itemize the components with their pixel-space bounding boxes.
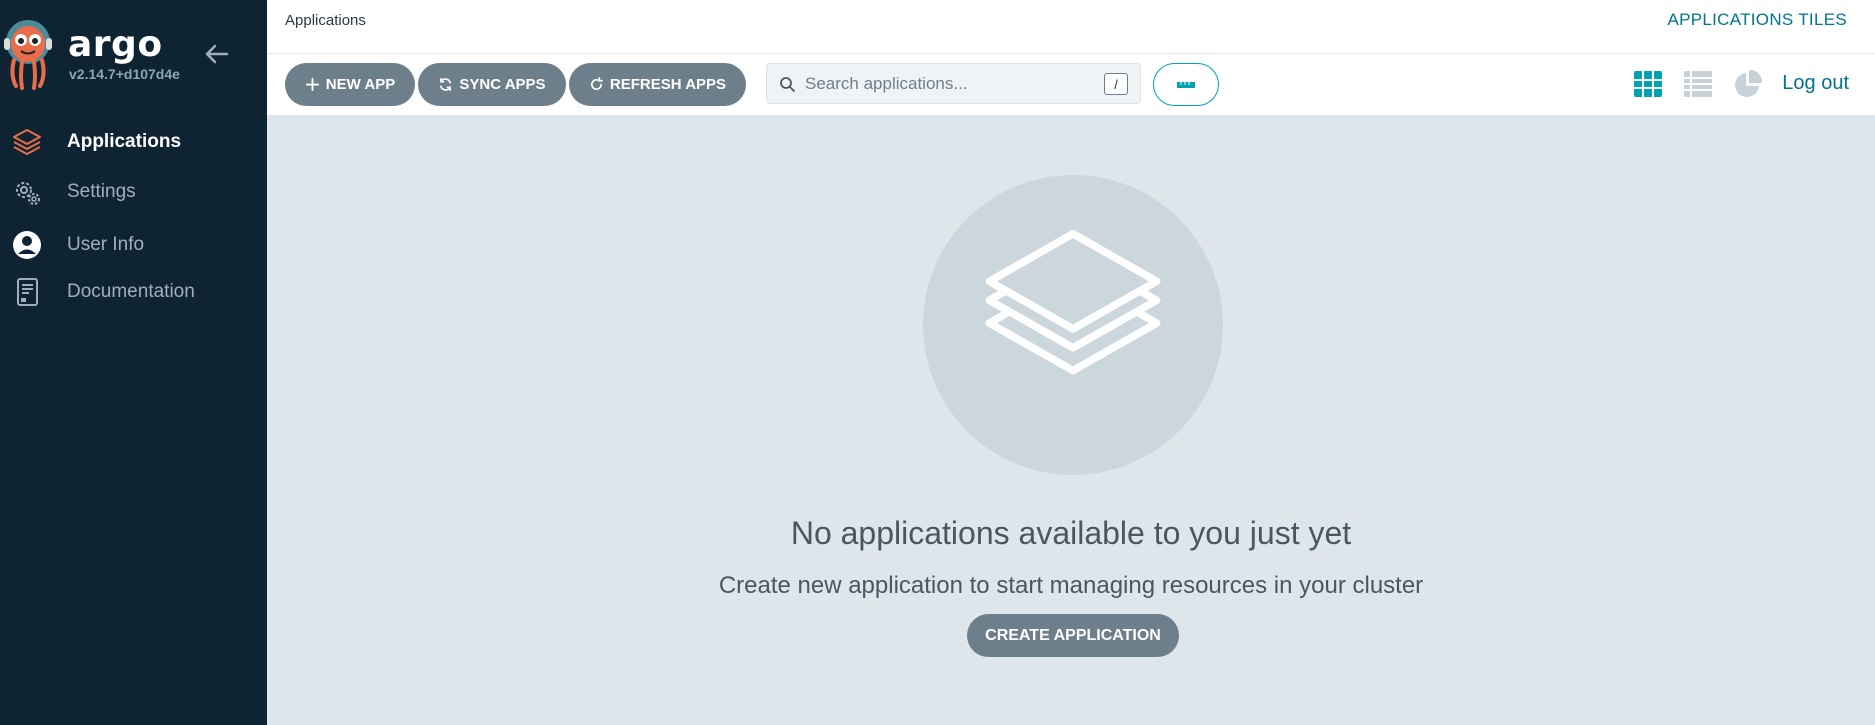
refresh-icon <box>590 77 603 91</box>
list-view-button[interactable] <box>1681 68 1715 100</box>
top-header: Applications APPLICATIONS TILES <box>267 0 1875 54</box>
new-app-label: NEW APP <box>325 76 396 93</box>
argo-mascot-logo <box>4 20 52 90</box>
empty-state-subtitle: Create new application to start managing… <box>718 572 1424 599</box>
logo-area: argo v2.14.7+d107d4e <box>0 16 267 96</box>
refresh-apps-button[interactable]: REFRESH APPS <box>569 63 746 106</box>
ruler-icon <box>1177 81 1195 88</box>
sidebar-item-settings[interactable]: Settings <box>0 170 267 214</box>
summary-view-button[interactable] <box>1731 68 1765 100</box>
empty-state-title: No applications available to you just ye… <box>790 515 1352 551</box>
list-view-icon <box>1684 71 1712 97</box>
arrow-left-icon <box>205 44 229 64</box>
pie-chart-view-icon <box>1735 69 1763 97</box>
sidebar-item-label: Documentation <box>67 281 195 302</box>
new-app-button[interactable]: NEW APP <box>285 63 415 106</box>
page-title: APPLICATIONS TILES <box>1667 10 1847 29</box>
main-content: No applications available to you just ye… <box>267 116 1875 725</box>
toolbar: NEW APP SYNC APPS REFRESH APPS / Log out <box>267 54 1875 116</box>
gears-icon <box>11 176 43 208</box>
logo-text: argo <box>68 24 163 65</box>
search-box: / <box>766 63 1141 104</box>
app-version: v2.14.7+d107d4e <box>69 66 180 82</box>
layers-icon <box>11 126 43 158</box>
logout-link[interactable]: Log out <box>1782 72 1849 95</box>
plus-icon <box>305 77 319 92</box>
book-icon <box>11 276 43 308</box>
empty-state-illustration <box>923 175 1223 475</box>
sidebar-item-label: Applications <box>67 131 182 152</box>
filter-toggle-button[interactable] <box>1153 63 1219 106</box>
sync-icon <box>440 78 452 91</box>
sync-apps-label: SYNC APPS <box>459 76 546 93</box>
sidebar-item-documentation[interactable]: Documentation <box>0 270 267 314</box>
sidebar-item-user-info[interactable]: User Info <box>0 223 267 267</box>
sync-apps-button[interactable]: SYNC APPS <box>418 63 566 106</box>
sidebar-item-applications[interactable]: Applications <box>0 120 267 164</box>
sidebar-item-label: User Info <box>67 234 145 255</box>
grid-view-button[interactable] <box>1631 68 1665 100</box>
collapse-sidebar-button[interactable] <box>203 40 231 68</box>
user-circle-icon <box>11 229 43 261</box>
grid-view-icon <box>1634 71 1662 97</box>
create-application-button[interactable]: CREATE APPLICATION <box>967 614 1179 657</box>
search-shortcut-hint: / <box>1104 73 1128 95</box>
search-icon <box>780 77 795 92</box>
breadcrumb[interactable]: Applications <box>285 12 366 29</box>
refresh-apps-label: REFRESH APPS <box>609 76 727 93</box>
sidebar-item-label: Settings <box>67 181 136 202</box>
sidebar: argo v2.14.7+d107d4e Applications Settin… <box>0 0 267 725</box>
search-input[interactable] <box>805 70 1085 98</box>
layers-icon <box>985 230 1161 375</box>
